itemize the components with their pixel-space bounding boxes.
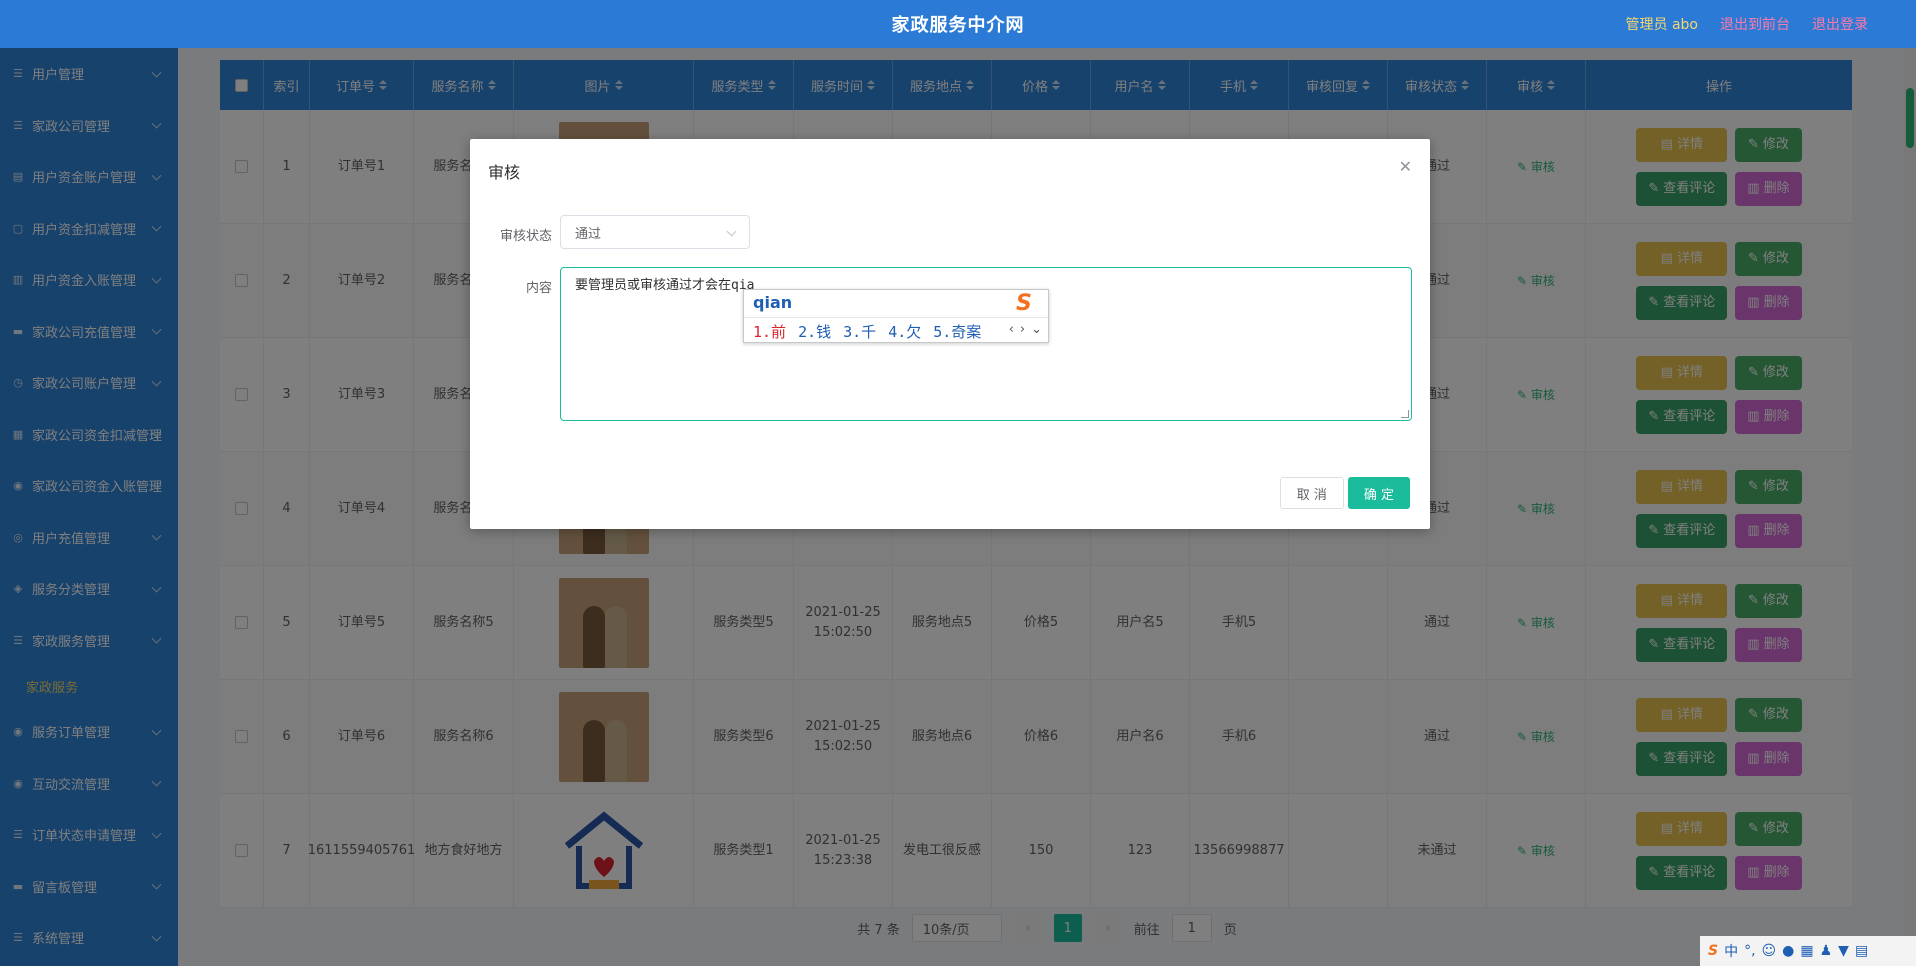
ime-candidates: 1.前 2.钱 3.千 4.欠 5.奇案 [753, 321, 981, 342]
chevron-down-icon[interactable]: ⌄ [1031, 322, 1042, 337]
dialog-title: 审核 [488, 163, 521, 182]
ime-candidate[interactable]: 5.奇案 [933, 321, 981, 342]
ime-lang-toggle[interactable]: 中 [1724, 941, 1738, 961]
ime-candidate-window: qian S 1.前 2.钱 3.千 4.欠 5.奇案 ‹ › ⌄ [743, 289, 1049, 343]
ime-candidate[interactable]: 4.欠 [888, 321, 921, 342]
shirt-icon[interactable]: ▼ [1838, 943, 1849, 959]
keyboard-icon[interactable]: ▦ [1800, 943, 1813, 959]
user-icon[interactable]: ♟ [1820, 943, 1833, 959]
logout-link[interactable]: 退出登录 [1812, 14, 1868, 34]
grid-icon[interactable]: ▤ [1855, 943, 1868, 959]
site-title: 家政服务中介网 [891, 15, 1025, 36]
status-select-value: 通过 [575, 226, 602, 242]
dialog-footer: 取 消 确 定 [1279, 477, 1410, 509]
cancel-button[interactable]: 取 消 [1279, 477, 1344, 509]
ime-punct-toggle[interactable]: °, [1744, 943, 1755, 959]
ime-candidate[interactable]: 2.钱 [798, 321, 831, 342]
confirm-button[interactable]: 确 定 [1347, 477, 1410, 509]
ime-candidate[interactable]: 1.前 [753, 321, 786, 342]
sogou-logo-icon[interactable]: S [1708, 943, 1718, 959]
ime-pinyin: qian [753, 293, 793, 312]
top-header: 家政服务中介网 管理员 abo 退出到前台 退出登录 [0, 0, 1916, 48]
chevron-down-icon [726, 226, 737, 237]
emoji-icon[interactable]: ☺ [1762, 943, 1777, 959]
status-label: 审核状态 [499, 229, 552, 244]
exit-front-link[interactable]: 退出到前台 [1720, 14, 1790, 34]
header-actions: 管理员 abo 退出到前台 退出登录 [1626, 0, 1868, 48]
ime-nav: ‹ › ⌄ [1009, 322, 1042, 337]
ime-tray: S 中 °, ☺ ● ▦ ♟ ▼ ▤ [1700, 936, 1916, 966]
sogou-logo-icon: S [1016, 291, 1032, 316]
ime-divider [744, 317, 1048, 318]
admin-name: 管理员 abo [1625, 17, 1698, 33]
content-text: 要管理员或审核通过才会在 [575, 278, 732, 293]
content-label: 内容 [525, 281, 552, 296]
resize-handle-icon[interactable] [1401, 410, 1409, 418]
microphone-icon[interactable]: ● [1782, 943, 1794, 959]
status-select[interactable]: 通过 [560, 215, 750, 249]
chevron-right-icon[interactable]: › [1020, 322, 1025, 337]
close-icon[interactable]: ✕ [1399, 157, 1412, 176]
chevron-left-icon[interactable]: ‹ [1009, 322, 1014, 337]
ime-candidate[interactable]: 3.千 [843, 321, 876, 342]
